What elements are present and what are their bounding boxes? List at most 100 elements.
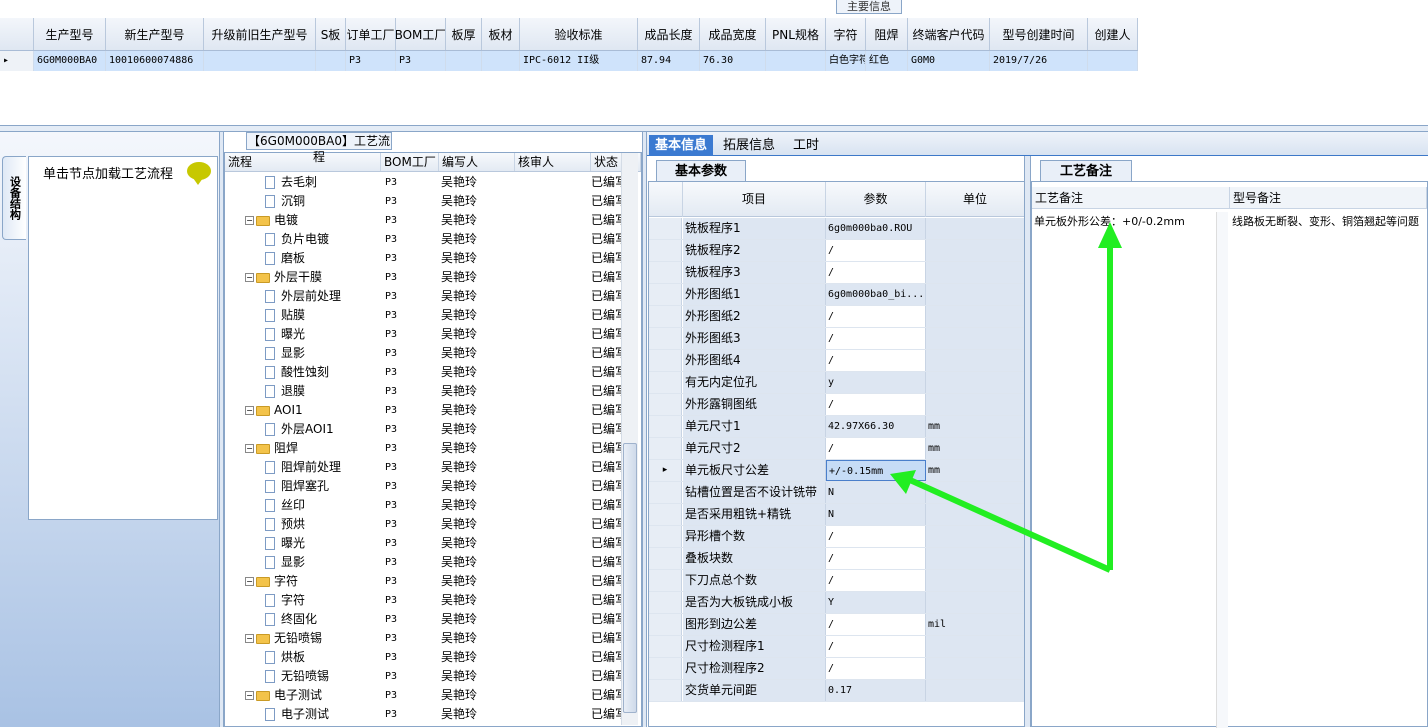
flow-node[interactable]: 字符: [265, 591, 381, 610]
collapse-icon[interactable]: −: [245, 577, 254, 586]
param-row[interactable]: 图形到边公差 / mil: [649, 614, 1025, 636]
flow-row[interactable]: 酸性蚀刻 P3 吴艳玲 已编写: [225, 363, 623, 382]
flow-row[interactable]: − 阻焊 P3 吴艳玲 已编写: [225, 439, 623, 458]
collapse-icon[interactable]: −: [245, 273, 254, 282]
main-col-8[interactable]: 验收标准: [520, 18, 638, 50]
flow-col-3[interactable]: 核审人: [515, 153, 591, 171]
flow-row[interactable]: − AOI1 P3 吴艳玲 已编写: [225, 401, 623, 420]
flow-col-0[interactable]: 流程: [225, 153, 381, 171]
main-cell-6[interactable]: [446, 51, 482, 71]
process-notes-scrollbar[interactable]: [1216, 212, 1228, 728]
side-tab-device-structure[interactable]: 设备结构: [2, 156, 26, 240]
flow-node[interactable]: 电子测试: [265, 705, 381, 724]
flow-node[interactable]: − 电镀: [245, 211, 381, 230]
main-cell-13[interactable]: 红色: [866, 51, 908, 71]
flow-row[interactable]: 丝印 P3 吴艳玲 已编写: [225, 496, 623, 515]
param-row-indicator[interactable]: [649, 482, 682, 503]
flow-row[interactable]: 曝光 P3 吴艳玲 已编写: [225, 325, 623, 344]
flow-node[interactable]: − AOI1: [245, 401, 381, 420]
main-info-row[interactable]: ▸ 6G0M000BA0 10010600074886 P3 P3 IPC-6012 II…: [0, 51, 1138, 71]
flow-row[interactable]: 显影 P3 吴艳玲 已编写: [225, 553, 623, 572]
main-cell-3[interactable]: [316, 51, 346, 71]
flow-row[interactable]: 曝光 P3 吴艳玲 已编写: [225, 534, 623, 553]
param-row[interactable]: 钻槽位置是否不设计铣带 N: [649, 482, 1025, 504]
param-row-indicator[interactable]: [649, 284, 682, 305]
param-value[interactable]: /: [826, 262, 926, 283]
flow-row[interactable]: 外层AOI1 P3 吴艳玲 已编写: [225, 420, 623, 439]
flow-row[interactable]: 阻焊前处理 P3 吴艳玲 已编写: [225, 458, 623, 477]
param-row-indicator[interactable]: [649, 548, 682, 569]
collapse-icon[interactable]: −: [245, 691, 254, 700]
collapse-icon[interactable]: −: [245, 406, 254, 415]
collapse-icon[interactable]: −: [245, 444, 254, 453]
main-cell-5[interactable]: P3: [396, 51, 446, 71]
param-value[interactable]: /: [826, 548, 926, 569]
process-load-box[interactable]: 单击节点加载工艺流程: [28, 156, 218, 520]
flow-node[interactable]: 外层前处理: [265, 287, 381, 306]
collapse-icon[interactable]: −: [245, 216, 254, 225]
tab-extended-info[interactable]: 拓展信息: [717, 135, 781, 156]
param-value[interactable]: 42.97X66.30: [826, 416, 926, 437]
param-value[interactable]: /: [826, 350, 926, 371]
flow-node[interactable]: 曝光: [265, 534, 381, 553]
param-row-indicator[interactable]: [649, 526, 682, 547]
flow-row[interactable]: − 字符 P3 吴艳玲 已编写: [225, 572, 623, 591]
flow-node[interactable]: 烘板: [265, 648, 381, 667]
main-col-11[interactable]: PNL规格: [766, 18, 826, 50]
param-row[interactable]: 外形露铜图纸 /: [649, 394, 1025, 416]
flow-row[interactable]: 烘板 P3 吴艳玲 已编写: [225, 648, 623, 667]
param-value[interactable]: /: [826, 240, 926, 261]
param-row-indicator[interactable]: [649, 614, 682, 635]
param-value[interactable]: /: [826, 306, 926, 327]
flow-row[interactable]: 显影 P3 吴艳玲 已编写: [225, 344, 623, 363]
param-row[interactable]: 尺寸检测程序2/: [649, 658, 1025, 680]
flow-node[interactable]: 退膜: [265, 382, 381, 401]
main-cell-14[interactable]: G0M0: [908, 51, 990, 71]
main-col-12[interactable]: 字符: [826, 18, 866, 50]
param-value[interactable]: +/-0.15mm: [826, 460, 926, 481]
vertical-splitter-middle[interactable]: [642, 132, 647, 727]
param-value[interactable]: 6g0m000ba0_bi...: [826, 284, 926, 305]
flow-row[interactable]: 贴膜 P3 吴艳玲 已编写: [225, 306, 623, 325]
param-row[interactable]: 尺寸检测程序1/: [649, 636, 1025, 658]
flow-row[interactable]: 字符 P3 吴艳玲 已编写: [225, 591, 623, 610]
params-col-value[interactable]: 参数: [826, 182, 926, 217]
param-row-indicator[interactable]: [649, 592, 682, 613]
param-value[interactable]: /: [826, 636, 926, 657]
flow-node[interactable]: 显影: [265, 344, 381, 363]
flow-row[interactable]: − 无铅喷锡 P3 吴艳玲 已编写: [225, 629, 623, 648]
flow-row[interactable]: 沉铜 P3 吴艳玲 已编写: [225, 192, 623, 211]
tab-basic-params[interactable]: 基本参数: [656, 160, 746, 182]
param-row[interactable]: 是否采用粗铣+精铣 N: [649, 504, 1025, 526]
main-col-14[interactable]: 终端客户代码: [908, 18, 990, 50]
param-row[interactable]: 铣板程序2/: [649, 240, 1025, 262]
param-value[interactable]: 0.17: [826, 680, 926, 701]
param-value[interactable]: y: [826, 372, 926, 393]
flow-node[interactable]: 贴膜: [265, 306, 381, 325]
flow-node[interactable]: 外层AOI1: [265, 420, 381, 439]
flow-row[interactable]: 退膜 P3 吴艳玲 已编写: [225, 382, 623, 401]
param-row[interactable]: 是否为大板铣成小板 Y: [649, 592, 1025, 614]
main-cell-16[interactable]: [1088, 51, 1138, 71]
param-value[interactable]: Y: [826, 592, 926, 613]
main-cell-7[interactable]: [482, 51, 520, 71]
main-col-2[interactable]: 升级前旧生产型号: [204, 18, 316, 50]
main-cell-4[interactable]: P3: [346, 51, 396, 71]
flow-node[interactable]: 阻焊塞孔: [265, 477, 381, 496]
flow-node[interactable]: 磨板: [265, 249, 381, 268]
main-cell-10[interactable]: 76.30: [700, 51, 766, 71]
param-row-indicator[interactable]: [649, 394, 682, 415]
flow-node[interactable]: 负片电镀: [265, 230, 381, 249]
main-col-7[interactable]: 板材: [482, 18, 520, 50]
param-row-indicator[interactable]: [649, 416, 682, 437]
main-cell-12[interactable]: 白色字符: [826, 51, 866, 71]
param-row-indicator[interactable]: [649, 680, 682, 701]
flow-row[interactable]: − 外层干膜 P3 吴艳玲 已编写: [225, 268, 623, 287]
flow-node[interactable]: − 阻焊: [245, 439, 381, 458]
flow-node[interactable]: 终固化: [265, 610, 381, 629]
flow-node[interactable]: 曝光: [265, 325, 381, 344]
params-col-unit[interactable]: 单位: [926, 182, 1025, 217]
flow-node[interactable]: 预烘: [265, 515, 381, 534]
flow-col-1[interactable]: BOM工厂: [381, 153, 439, 171]
main-col-9[interactable]: 成品长度: [638, 18, 700, 50]
